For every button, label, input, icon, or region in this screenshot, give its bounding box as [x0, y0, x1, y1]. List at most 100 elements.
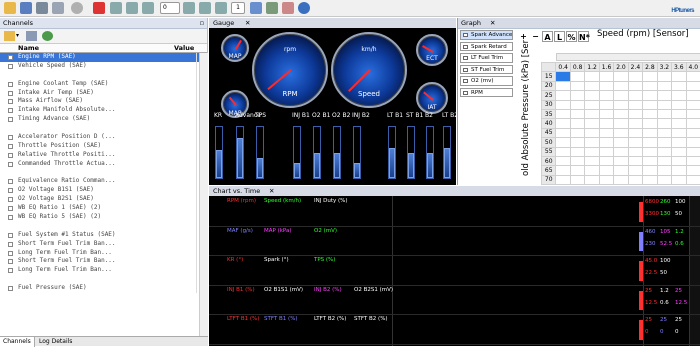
chart-tab[interactable]: Chart vs. Time ✕ [209, 186, 700, 196]
grid-cell[interactable] [598, 165, 615, 176]
series-label[interactable]: KR (°) [227, 257, 243, 263]
grid-cell[interactable] [555, 118, 571, 129]
grid-cell[interactable] [598, 99, 615, 110]
info-icon[interactable] [298, 2, 310, 14]
folder-icon[interactable] [4, 31, 15, 41]
channel-row[interactable] [0, 221, 207, 231]
graph-tool-button[interactable]: L [554, 31, 565, 42]
channel-row[interactable]: Long Term Fuel Trim Ban... [0, 266, 207, 276]
grid-cell[interactable] [627, 71, 644, 82]
grid-cell[interactable] [642, 174, 658, 186]
loop-icon[interactable] [215, 2, 227, 14]
grid-cell[interactable] [613, 146, 629, 157]
grid-cell[interactable] [642, 118, 658, 129]
grid-cell[interactable] [584, 90, 600, 101]
close-icon[interactable]: ✕ [245, 18, 250, 28]
channel-row[interactable]: O2 Voltage B1S1 (SAE) [0, 186, 207, 196]
grid-cell[interactable] [569, 99, 586, 110]
grid-cell[interactable] [598, 155, 615, 167]
grid-cell[interactable] [627, 108, 644, 120]
grid-cell[interactable] [685, 155, 700, 167]
grid-cell[interactable] [598, 127, 615, 139]
graph-param[interactable]: RPM [460, 87, 513, 97]
graph-param[interactable]: Spark Advance [460, 30, 513, 40]
grid-cell[interactable] [569, 90, 586, 101]
grid-cell[interactable] [569, 137, 586, 148]
grid-cell[interactable] [685, 127, 700, 139]
grid-cell[interactable] [671, 108, 687, 120]
grid-cell[interactable] [584, 174, 600, 186]
grid-cell[interactable] [642, 137, 658, 148]
grid-cell[interactable] [642, 165, 658, 176]
grid-cell[interactable] [656, 137, 673, 148]
channel-row[interactable]: Throttle Position (SAE) [0, 141, 207, 151]
grid-cell[interactable] [613, 108, 629, 120]
channel-checkbox[interactable] [8, 135, 13, 141]
grid-cell[interactable] [598, 146, 615, 157]
grid-cell[interactable] [656, 165, 673, 176]
grid-cell[interactable] [685, 80, 700, 92]
grid-cell[interactable] [642, 108, 658, 120]
grid-cell[interactable] [642, 71, 658, 82]
toggle-icon[interactable] [250, 2, 262, 14]
grid-cell[interactable] [598, 80, 615, 92]
grid-cell[interactable] [671, 80, 687, 92]
channel-checkbox[interactable] [8, 206, 13, 212]
channel-checkbox[interactable] [8, 250, 13, 256]
grid-cell[interactable] [555, 99, 571, 110]
channel-checkbox[interactable] [8, 108, 13, 114]
first-icon[interactable] [142, 2, 154, 14]
chevron-down-icon[interactable]: ▾ [16, 32, 19, 39]
grid-cell[interactable] [627, 99, 644, 110]
channel-row[interactable]: Relative Throttle Positi... [0, 150, 207, 160]
series-label[interactable]: O2 B1S1 (mV) [264, 287, 303, 293]
channel-checkbox[interactable] [8, 81, 13, 87]
refresh-icon[interactable] [42, 31, 53, 41]
counter-field[interactable]: 1 [231, 2, 245, 14]
grid-cell[interactable] [627, 137, 644, 148]
grid-cell[interactable] [671, 90, 687, 101]
series-label[interactable]: INJ B2 (%) [314, 287, 342, 293]
col-name[interactable]: Name [18, 44, 39, 52]
grid-cell[interactable] [555, 127, 571, 139]
channel-row[interactable]: Intake Air Temp (SAE) [0, 88, 207, 98]
grid-cell[interactable] [555, 174, 571, 186]
grid-cell[interactable] [671, 127, 687, 139]
channel-checkbox[interactable] [8, 179, 13, 185]
layout-icon[interactable] [266, 2, 278, 14]
channel-checkbox[interactable] [8, 241, 13, 247]
grid-cell[interactable] [656, 80, 673, 92]
grid-cell[interactable] [627, 118, 644, 129]
grid-cell[interactable] [584, 165, 600, 176]
channel-checkbox[interactable] [8, 55, 13, 60]
series-label[interactable]: STFT B1 (%) [264, 316, 298, 322]
graph-param[interactable]: LT Fuel Trim [460, 53, 513, 63]
grid-cell[interactable] [642, 127, 658, 139]
device-icon[interactable] [36, 2, 48, 14]
grid-cell[interactable] [642, 146, 658, 157]
grid-cell[interactable] [671, 137, 687, 148]
channel-checkbox[interactable] [8, 259, 13, 265]
graph-hscroll[interactable] [556, 53, 700, 61]
grid-cell[interactable] [584, 137, 600, 148]
grid-cell[interactable] [569, 174, 586, 186]
grid-cell[interactable] [598, 108, 615, 120]
grid-cell[interactable] [613, 99, 629, 110]
grid-cell[interactable] [627, 127, 644, 139]
grid-cell[interactable] [656, 99, 673, 110]
channel-checkbox[interactable] [8, 63, 13, 69]
channel-row[interactable] [0, 70, 207, 80]
grid-cell[interactable] [685, 137, 700, 148]
channel-row[interactable]: Vehicle Speed (SAE) [0, 61, 207, 71]
grid-cell[interactable] [613, 71, 629, 82]
series-label[interactable]: O2 (mV) [314, 228, 337, 234]
grid-cell[interactable] [555, 146, 571, 157]
close-icon[interactable]: ✕ [269, 186, 274, 196]
grid-cell[interactable] [656, 71, 673, 82]
channel-checkbox[interactable] [8, 161, 13, 167]
grid-cell[interactable] [613, 127, 629, 139]
grid-cell[interactable] [598, 137, 615, 148]
pin-icon[interactable]: ▫ [200, 18, 204, 29]
chart-icon[interactable] [282, 2, 294, 14]
gauge-tab[interactable]: Gauge ✕ [209, 18, 456, 28]
